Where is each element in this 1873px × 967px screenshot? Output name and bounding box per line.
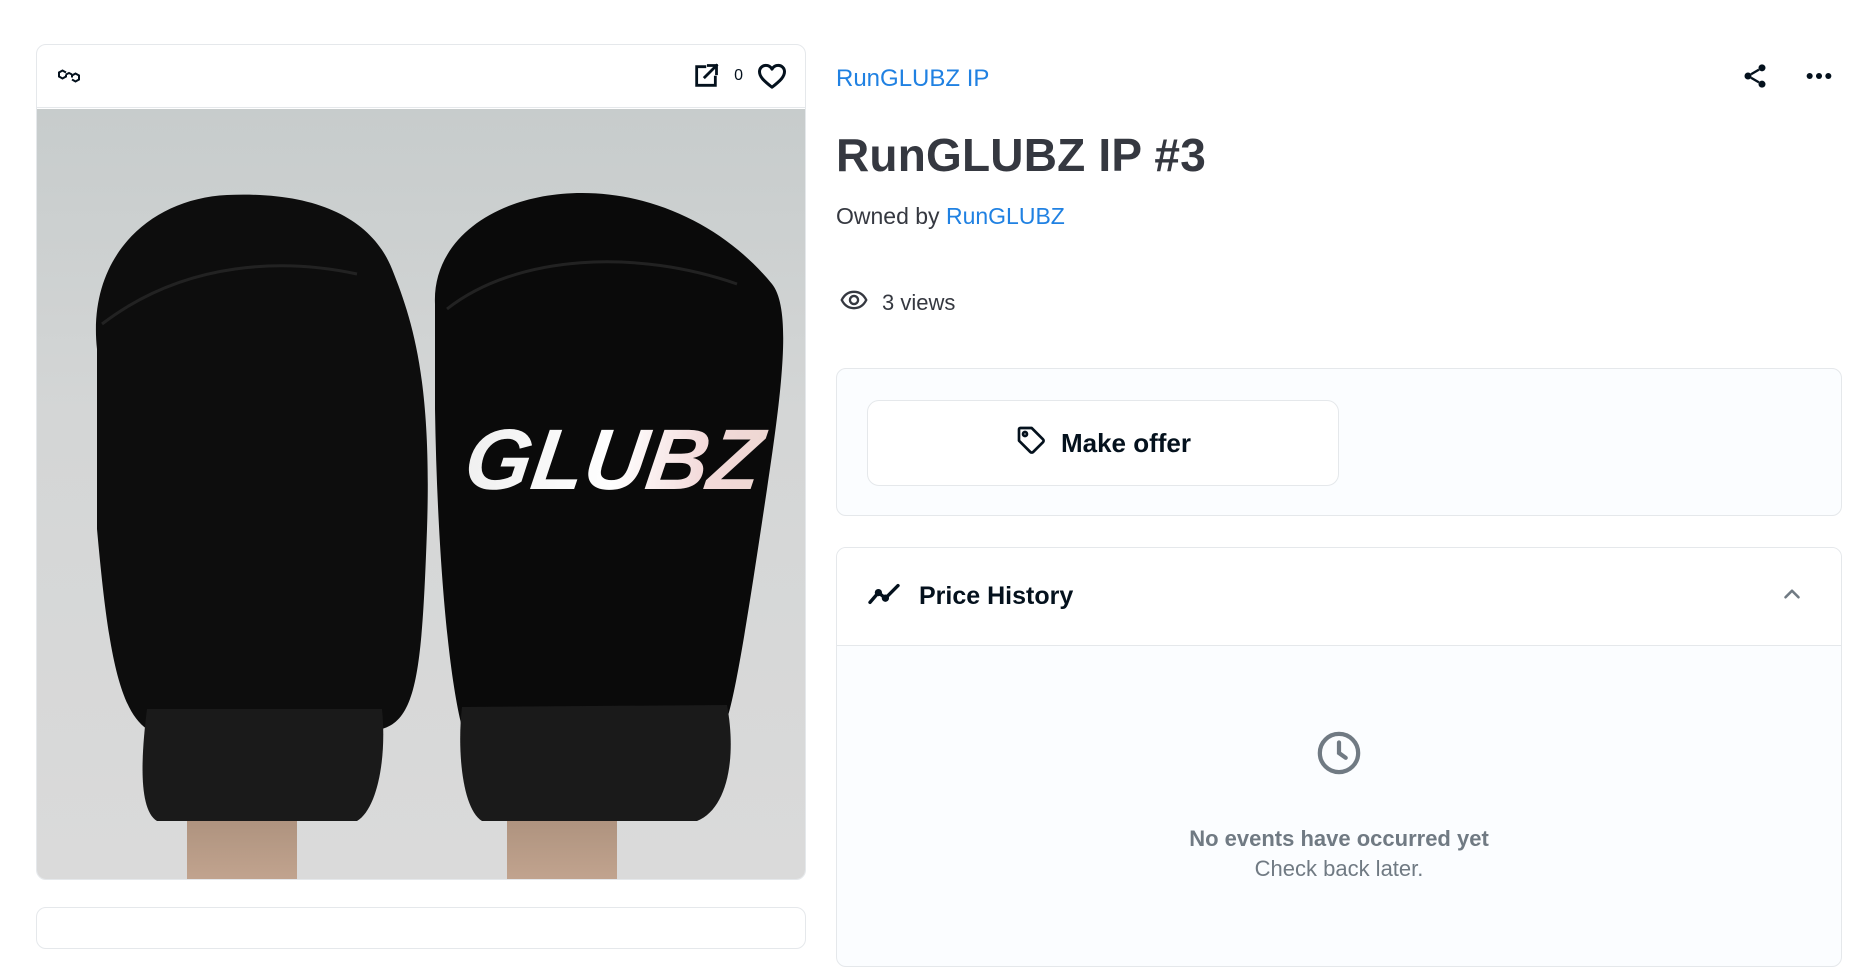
price-history-empty-state: No events have occurred yet Check back l… xyxy=(837,646,1841,946)
asset-media-card: 0 GLUBZ xyxy=(36,44,806,880)
make-offer-label: Make offer xyxy=(1060,427,1192,458)
asset-image[interactable]: GLUBZ xyxy=(37,109,805,879)
offer-panel: Make offer xyxy=(836,368,1842,516)
empty-state-subtitle: Check back later. xyxy=(1254,856,1424,881)
price-history-title: Price History xyxy=(919,582,1074,610)
owned-by: Owned by RunGLUBZ xyxy=(836,203,1065,230)
owned-by-prefix: Owned by xyxy=(836,203,940,229)
clock-icon xyxy=(1316,730,1362,781)
media-header-actions: 0 xyxy=(692,62,787,90)
trending-icon xyxy=(867,580,901,613)
top-actions xyxy=(1741,62,1833,90)
share-icon[interactable] xyxy=(1741,62,1769,90)
heart-icon[interactable] xyxy=(757,62,787,90)
glubz-wordmark: GLUBZ xyxy=(459,412,772,508)
polygon-chain-icon[interactable] xyxy=(57,64,81,88)
price-history-toggle[interactable]: Price History xyxy=(837,548,1841,646)
views-label: 3 views xyxy=(882,290,956,315)
make-offer-button[interactable]: Make offer xyxy=(867,400,1339,486)
details-card xyxy=(36,907,806,949)
like-count: 0 xyxy=(734,67,743,84)
asset-title: RunGLUBZ IP #3 xyxy=(836,129,1206,181)
more-icon[interactable] xyxy=(1805,62,1833,90)
tag-icon xyxy=(1015,424,1047,463)
gloves-illustration: GLUBZ xyxy=(95,193,784,879)
collection-link[interactable]: RunGLUBZ IP xyxy=(836,65,989,93)
price-history-panel: Price History No events have occurred ye… xyxy=(836,547,1842,967)
views-count: 3 views xyxy=(836,286,955,320)
owner-link[interactable]: RunGLUBZ xyxy=(946,203,1065,229)
media-header: 0 xyxy=(37,45,805,108)
open-external-icon[interactable] xyxy=(692,62,720,90)
empty-state-title: No events have occurred yet xyxy=(1189,826,1489,851)
eye-icon xyxy=(836,286,872,320)
chevron-up-icon[interactable] xyxy=(1779,581,1805,612)
